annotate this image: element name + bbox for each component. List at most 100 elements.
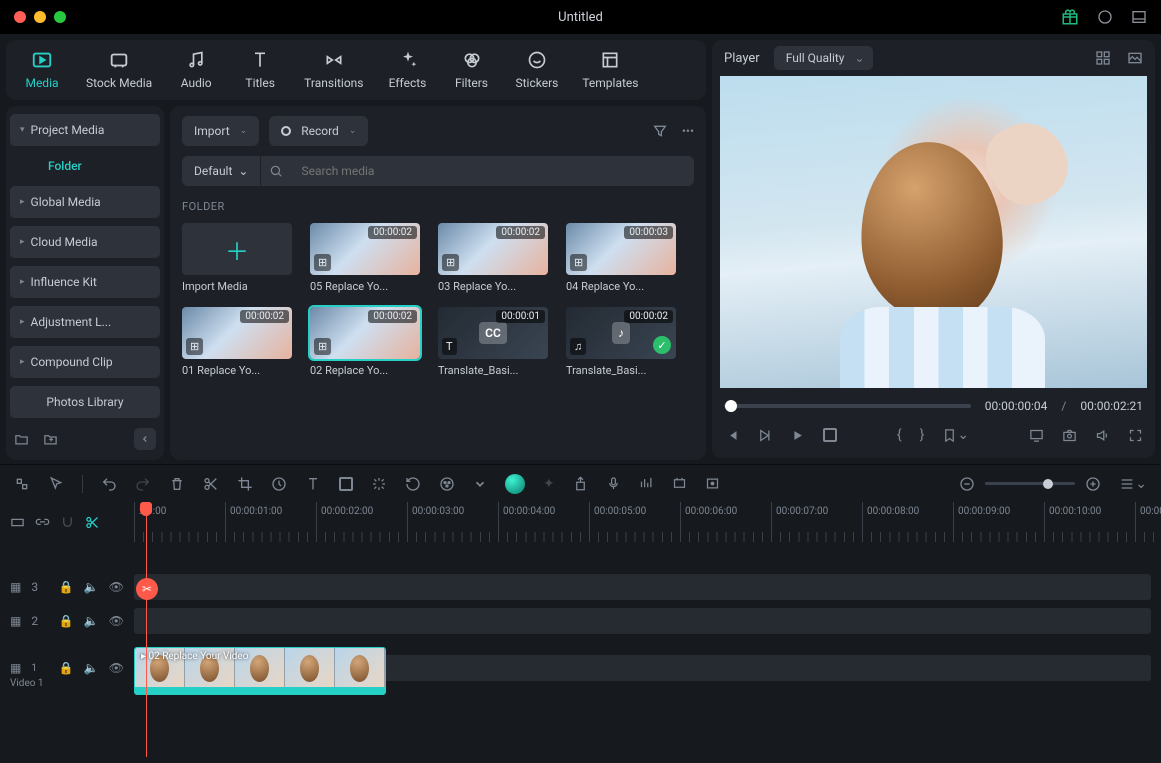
timeline-view-icon[interactable]: ⌄ xyxy=(1119,476,1147,492)
undo-icon[interactable] xyxy=(101,476,117,492)
track-lane[interactable] xyxy=(134,608,1151,634)
lock-icon[interactable]: 🔒 xyxy=(59,661,74,675)
redo-icon[interactable] xyxy=(135,476,151,492)
text-tool-icon[interactable] xyxy=(305,476,321,492)
media-item[interactable]: 00:00:02⊞05 Replace Yo... xyxy=(310,223,420,293)
media-item[interactable]: 00:00:02⊞02 Replace Yo... xyxy=(310,307,420,377)
time-ruler[interactable]: :00:0000:00:01:0000:00:02:0000:00:03:000… xyxy=(134,502,1161,542)
tab-audio[interactable]: Audio xyxy=(170,47,222,92)
mute-icon[interactable]: 🔈 xyxy=(84,661,99,675)
zoom-in-icon[interactable] xyxy=(1085,476,1101,492)
adjust-icon[interactable] xyxy=(371,476,387,492)
more-tools-icon[interactable] xyxy=(473,477,487,491)
close-window[interactable] xyxy=(14,11,26,23)
timeline-clip[interactable]: ▸ 02 Replace Your Video xyxy=(134,647,386,695)
sort-dropdown[interactable]: Default⌄ xyxy=(182,156,261,186)
cut-bubble-icon[interactable]: ✂ xyxy=(136,578,158,600)
tab-titles[interactable]: Titles xyxy=(234,47,286,92)
track-link-icon[interactable] xyxy=(35,515,50,530)
tab-stickers[interactable]: Stickers xyxy=(510,47,565,92)
gift-icon[interactable] xyxy=(1061,8,1079,26)
export-frame-icon[interactable] xyxy=(705,476,720,491)
search-input[interactable] xyxy=(291,164,694,178)
visibility-icon[interactable]: 👁 xyxy=(109,580,124,594)
new-bin-icon[interactable] xyxy=(43,432,58,447)
voiceover-icon[interactable] xyxy=(606,476,621,491)
mute-icon[interactable]: 🔈 xyxy=(84,580,99,594)
zoom-slider[interactable] xyxy=(985,482,1075,485)
sidebar-item-photos-library[interactable]: Photos Library xyxy=(10,386,160,418)
media-item[interactable]: 00:00:02⊞03 Replace Yo... xyxy=(438,223,548,293)
volume-icon[interactable] xyxy=(1095,428,1110,443)
zoom-out-icon[interactable] xyxy=(959,476,975,492)
tab-effects[interactable]: Effects xyxy=(382,47,434,92)
delete-icon[interactable] xyxy=(169,476,185,492)
sidebar-item-cloud-media[interactable]: ▸Cloud Media xyxy=(10,226,160,258)
sidebar-item-influence-kit[interactable]: ▸Influence Kit xyxy=(10,266,160,298)
player-viewport[interactable] xyxy=(720,76,1147,388)
maximize-window[interactable] xyxy=(54,11,66,23)
marker-icon[interactable] xyxy=(573,476,588,491)
media-item[interactable]: 00:00:01CCTTranslate_Basi... xyxy=(438,307,548,377)
playhead[interactable] xyxy=(146,502,147,757)
play-button[interactable] xyxy=(790,428,805,443)
lock-icon[interactable]: 🔒 xyxy=(59,614,74,628)
track-lane[interactable]: ▸ 02 Replace Your Video xyxy=(134,655,1151,681)
keyframe-icon[interactable] xyxy=(14,476,30,492)
media-item[interactable]: ＋Import Media xyxy=(182,223,292,293)
sidebar-item-compound-clip[interactable]: ▸Compound Clip xyxy=(10,346,160,378)
prev-frame-icon[interactable] xyxy=(724,428,739,443)
monitor-icon[interactable] xyxy=(1029,428,1044,443)
image-view-icon[interactable] xyxy=(1127,50,1143,66)
snapshot-icon[interactable] xyxy=(1062,428,1077,443)
play-icon[interactable] xyxy=(757,428,772,443)
media-item[interactable]: 00:00:02⊞01 Replace Yo... xyxy=(182,307,292,377)
grid-view-icon[interactable] xyxy=(1095,50,1111,66)
color-icon[interactable] xyxy=(439,476,455,492)
marker-menu-icon[interactable]: ⌄ xyxy=(942,427,969,443)
more-icon[interactable]: ••• xyxy=(682,124,694,138)
tab-filters[interactable]: Filters xyxy=(446,47,498,92)
visibility-icon[interactable]: 👁 xyxy=(109,661,124,675)
tab-stock-media[interactable]: Stock Media xyxy=(80,47,158,92)
tab-transitions[interactable]: Transitions xyxy=(298,47,369,92)
select-tool-icon[interactable] xyxy=(48,476,64,492)
collapse-sidebar[interactable] xyxy=(134,428,156,450)
activity-icon[interactable] xyxy=(1097,9,1113,25)
sidebar-item-global-media[interactable]: ▸Global Media xyxy=(10,186,160,218)
new-folder-icon[interactable] xyxy=(14,432,29,447)
track-add-icon[interactable] xyxy=(10,515,25,530)
crop-icon[interactable] xyxy=(237,476,253,492)
import-button[interactable]: Import⌄ xyxy=(182,116,259,146)
tab-templates[interactable]: Templates xyxy=(576,47,644,92)
lock-icon[interactable]: 🔒 xyxy=(59,580,74,594)
cut-icon[interactable] xyxy=(203,476,219,492)
filter-toggle-icon[interactable] xyxy=(652,123,668,139)
progress-bar[interactable] xyxy=(724,404,971,408)
speed-icon[interactable] xyxy=(271,476,287,492)
auto-ripple-icon[interactable] xyxy=(85,515,100,530)
fullscreen-icon[interactable] xyxy=(1128,428,1143,443)
media-item[interactable]: 00:00:03⊞04 Replace Yo... xyxy=(566,223,676,293)
quality-dropdown[interactable]: Full Quality xyxy=(774,46,873,70)
record-button[interactable]: Record⌄ xyxy=(269,116,368,146)
audio-mix-icon[interactable] xyxy=(639,476,654,491)
magnetic-icon[interactable]: ✦ xyxy=(543,476,555,492)
media-item[interactable]: 00:00:02♪♫✓Translate_Basi... xyxy=(566,307,676,377)
render-icon[interactable] xyxy=(672,476,687,491)
mark-in-icon[interactable]: { xyxy=(897,427,902,443)
ai-assistant-icon[interactable] xyxy=(505,474,525,494)
track-lane[interactable] xyxy=(134,574,1151,600)
tab-media[interactable]: Media xyxy=(16,47,68,92)
track-snap-icon[interactable] xyxy=(60,515,75,530)
sidebar-item-project-media[interactable]: ▾Project Media xyxy=(10,114,160,146)
stop-icon[interactable] xyxy=(823,428,837,442)
sidebar-sub-folder[interactable]: Folder xyxy=(10,150,160,182)
mask-icon[interactable] xyxy=(339,477,353,491)
minimize-window[interactable] xyxy=(34,11,46,23)
rotate-icon[interactable] xyxy=(405,476,421,492)
mute-icon[interactable]: 🔈 xyxy=(84,614,99,628)
layout-icon[interactable] xyxy=(1131,9,1147,25)
sidebar-item-adjustment-layer[interactable]: ▸Adjustment L... xyxy=(10,306,160,338)
visibility-icon[interactable]: 👁 xyxy=(109,614,124,628)
